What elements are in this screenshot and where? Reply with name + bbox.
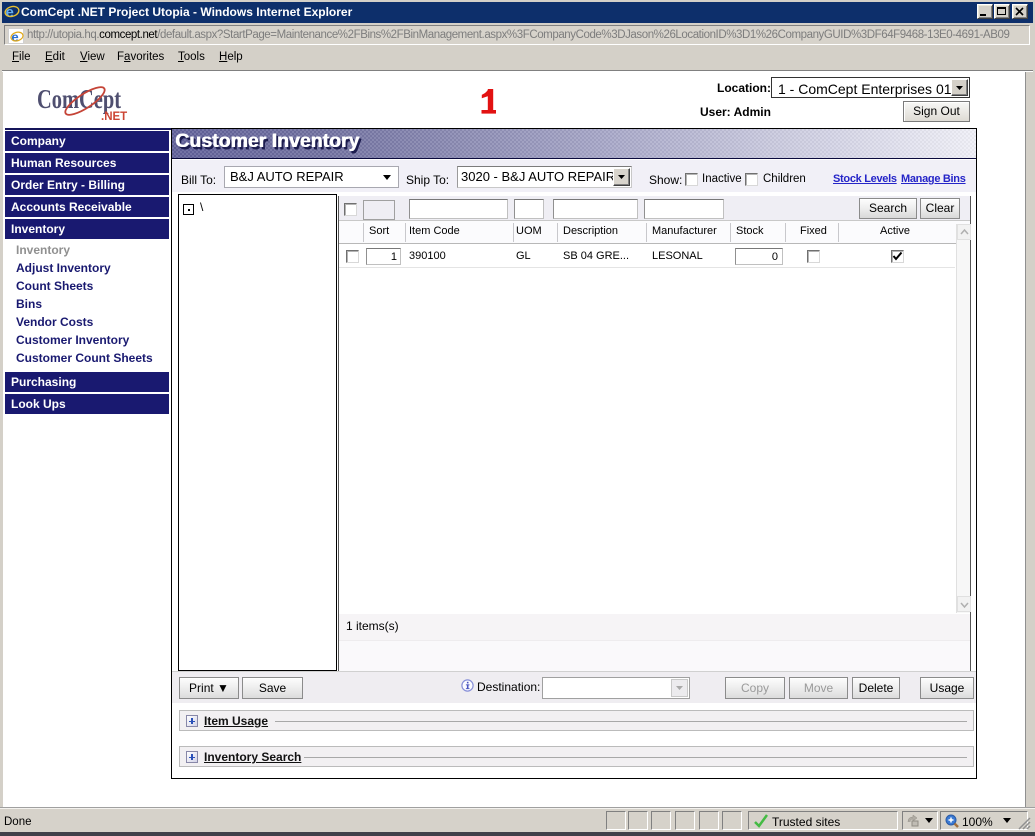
svg-text:ComCept: ComCept xyxy=(37,84,121,114)
svg-text:.NET: .NET xyxy=(101,111,127,123)
